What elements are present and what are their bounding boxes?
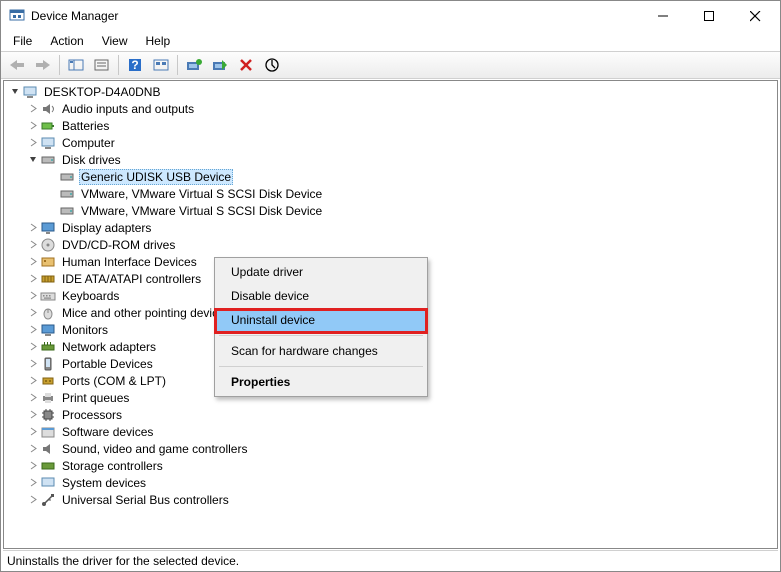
chevron-right-icon[interactable]	[26, 478, 40, 487]
help-icon[interactable]: ?	[123, 54, 147, 76]
status-text: Uninstalls the driver for the selected d…	[7, 554, 239, 568]
processor-icon	[40, 407, 56, 423]
tree-category[interactable]: Computer	[6, 134, 777, 151]
menu-help[interactable]: Help	[138, 32, 179, 50]
sound-icon	[40, 441, 56, 457]
chevron-right-icon[interactable]	[26, 444, 40, 453]
device-tree-panel: DESKTOP-D4A0DNB Audio inputs and outputs…	[3, 80, 778, 549]
tree-category[interactable]: Software devices	[6, 423, 777, 440]
toolbar: ?	[1, 51, 780, 79]
keyboard-icon	[40, 288, 56, 304]
audio-icon	[40, 101, 56, 117]
disk-icon	[59, 203, 75, 219]
disable-device-icon[interactable]	[208, 54, 232, 76]
chevron-right-icon[interactable]	[26, 410, 40, 419]
tree-category-disk-drives[interactable]: Disk drives	[6, 151, 777, 168]
context-uninstall-device[interactable]: Uninstall device	[217, 308, 425, 332]
chevron-down-icon[interactable]	[26, 155, 40, 164]
dvd-icon	[40, 237, 56, 253]
back-button[interactable]	[5, 54, 29, 76]
tree-root-label: DESKTOP-D4A0DNB	[42, 85, 162, 99]
show-hide-console-icon[interactable]	[64, 54, 88, 76]
menu-action[interactable]: Action	[42, 32, 91, 50]
tree-category[interactable]: System devices	[6, 474, 777, 491]
storage-icon	[40, 458, 56, 474]
tree-category[interactable]: Sound, video and game controllers	[6, 440, 777, 457]
chevron-right-icon[interactable]	[26, 138, 40, 147]
update-driver-icon[interactable]	[182, 54, 206, 76]
tree-category[interactable]: Universal Serial Bus controllers	[6, 491, 777, 508]
chevron-right-icon[interactable]	[26, 359, 40, 368]
close-button[interactable]	[732, 1, 778, 31]
svg-text:?: ?	[131, 58, 138, 72]
chevron-right-icon[interactable]	[26, 325, 40, 334]
menu-file[interactable]: File	[5, 32, 40, 50]
chevron-right-icon[interactable]	[26, 461, 40, 470]
tree-category[interactable]: Storage controllers	[6, 457, 777, 474]
tree-root[interactable]: DESKTOP-D4A0DNB	[6, 83, 777, 100]
context-menu-separator	[219, 366, 423, 367]
printer-icon	[40, 390, 56, 406]
context-menu-separator	[219, 335, 423, 336]
monitor-icon	[40, 322, 56, 338]
context-menu: Update driver Disable device Uninstall d…	[214, 257, 428, 397]
maximize-button[interactable]	[686, 1, 732, 31]
chevron-right-icon[interactable]	[26, 104, 40, 113]
tree-category[interactable]: Audio inputs and outputs	[6, 100, 777, 117]
computer-icon	[22, 84, 38, 100]
chevron-right-icon[interactable]	[26, 342, 40, 351]
tree-device[interactable]: VMware, VMware Virtual S SCSI Disk Devic…	[6, 185, 777, 202]
tree-category[interactable]: Processors	[6, 406, 777, 423]
chevron-right-icon[interactable]	[26, 495, 40, 504]
minimize-button[interactable]	[640, 1, 686, 31]
hid-icon	[40, 254, 56, 270]
chevron-right-icon[interactable]	[26, 308, 40, 317]
software-icon	[40, 424, 56, 440]
ide-icon	[40, 271, 56, 287]
chevron-right-icon[interactable]	[26, 223, 40, 232]
tree-category[interactable]: Display adapters	[6, 219, 777, 236]
chevron-right-icon[interactable]	[26, 240, 40, 249]
chevron-right-icon[interactable]	[26, 427, 40, 436]
port-icon	[40, 373, 56, 389]
tree-category[interactable]: DVD/CD-ROM drives	[6, 236, 777, 253]
tree-device[interactable]: VMware, VMware Virtual S SCSI Disk Devic…	[6, 202, 777, 219]
context-update-driver[interactable]: Update driver	[217, 260, 425, 284]
chevron-right-icon[interactable]	[26, 274, 40, 283]
computer-icon	[40, 135, 56, 151]
mouse-icon	[40, 305, 56, 321]
status-bar: Uninstalls the driver for the selected d…	[3, 550, 778, 570]
usb-icon	[40, 492, 56, 508]
chevron-right-icon[interactable]	[26, 257, 40, 266]
scan-hardware-icon[interactable]	[260, 54, 284, 76]
title-bar: Device Manager	[1, 1, 780, 31]
app-icon	[9, 8, 25, 24]
chevron-right-icon[interactable]	[26, 393, 40, 402]
context-disable-device[interactable]: Disable device	[217, 284, 425, 308]
uninstall-device-icon[interactable]	[234, 54, 258, 76]
chevron-right-icon[interactable]	[26, 121, 40, 130]
chevron-down-icon[interactable]	[8, 87, 22, 96]
portable-icon	[40, 356, 56, 372]
menu-bar: File Action View Help	[1, 31, 780, 51]
battery-icon	[40, 118, 56, 134]
menu-view[interactable]: View	[94, 32, 136, 50]
disk-icon	[40, 152, 56, 168]
context-properties[interactable]: Properties	[217, 370, 425, 394]
forward-button[interactable]	[31, 54, 55, 76]
window-title: Device Manager	[31, 9, 640, 23]
network-icon	[40, 339, 56, 355]
context-scan-hardware[interactable]: Scan for hardware changes	[217, 339, 425, 363]
chevron-right-icon[interactable]	[26, 291, 40, 300]
tree-category[interactable]: Batteries	[6, 117, 777, 134]
scan-icon[interactable]	[149, 54, 173, 76]
tree-device-selected[interactable]: Generic UDISK USB Device	[6, 168, 777, 185]
properties-icon[interactable]	[90, 54, 114, 76]
display-icon	[40, 220, 56, 236]
system-icon	[40, 475, 56, 491]
chevron-right-icon[interactable]	[26, 376, 40, 385]
disk-icon	[59, 186, 75, 202]
disk-icon	[59, 169, 75, 185]
